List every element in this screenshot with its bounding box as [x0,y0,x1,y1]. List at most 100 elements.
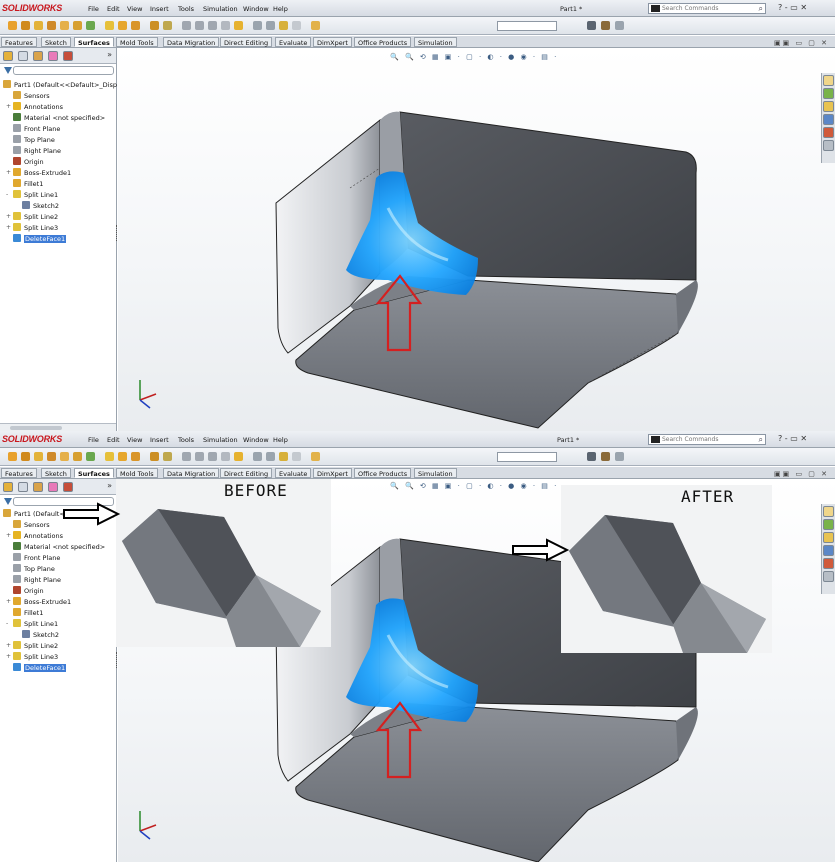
ruled-tool-icon[interactable] [131,21,140,30]
file-explorer-icon[interactable] [823,101,834,112]
delete-hole-tool-icon[interactable] [195,21,204,30]
fill-tool-icon-2[interactable] [73,452,82,461]
tree-item[interactable]: Right Plane [13,146,61,156]
tree-item[interactable]: + Annotations [6,102,63,112]
tab-evaluate-2[interactable]: Evaluate [275,468,312,478]
tree-item-2[interactable]: Origin [13,586,44,596]
tab-dimxpert-2[interactable]: DimXpert [313,468,352,478]
revolve-tool-icon[interactable] [21,21,30,30]
display-manager-icon-2[interactable] [63,482,73,492]
tree-item-2[interactable]: Material <not specified> [13,542,105,552]
loft-tool-icon-2[interactable] [47,452,56,461]
render-icon-2[interactable] [601,452,610,461]
search-scope-icon-2[interactable] [651,436,660,443]
view-palette-icon-2[interactable] [823,545,834,556]
revolve-tool-icon-2[interactable] [21,452,30,461]
knit-tool-icon-2[interactable] [86,452,95,461]
menu-help[interactable]: Help [273,5,288,13]
search-icon-2[interactable]: ⌕ [759,435,763,445]
menu-view[interactable]: View [127,5,142,13]
move-face-tool-icon[interactable] [234,21,243,30]
tree-item[interactable]: Material <not specified> [13,113,105,123]
tree-item[interactable]: Front Plane [13,124,60,134]
tree-item-2[interactable]: Right Plane [13,575,61,585]
model-view[interactable] [118,48,835,431]
display-manager-icon[interactable] [63,51,73,61]
tree-root-part[interactable]: Part1 (Default<<Default>_Disp [3,80,117,90]
tab-office-products[interactable]: Office Products [354,37,412,47]
tree-item[interactable]: + Split Line2 [6,212,58,222]
tree-item[interactable]: Sensors [13,91,50,101]
expand-toggle-icon[interactable]: + [6,652,11,662]
menu-file[interactable]: File [88,5,99,13]
untrim-tool-icon-2[interactable] [182,452,191,461]
thicken-tool-icon[interactable] [266,21,275,30]
filter-input[interactable] [13,66,114,75]
tab-mold-tools[interactable]: Mold Tools [116,37,158,47]
tree-item[interactable]: Top Plane [13,135,55,145]
menu-tools-2[interactable]: Tools [178,436,194,444]
tree-item[interactable]: + Boss-Extrude1 [6,168,71,178]
expand-toggle-icon[interactable]: + [6,212,11,222]
move-face-tool-icon-2[interactable] [234,452,243,461]
tree-item[interactable]: Fillet1 [13,179,43,189]
tree-item-2[interactable]: Sketch2 [22,630,59,640]
render-icon[interactable] [601,21,610,30]
tree-item[interactable]: DeleteFace1 [13,234,67,244]
tab-surfaces-2[interactable]: Surfaces [74,468,114,478]
feature-manager-icon[interactable] [3,51,13,61]
tab-office-products-2[interactable]: Office Products [354,468,412,478]
fill-tool-icon[interactable] [73,21,82,30]
expand-toggle-icon[interactable]: + [6,641,11,651]
search-input-2[interactable] [662,435,752,444]
tree-item-2[interactable]: Front Plane [13,553,60,563]
appearances-icon-2[interactable] [823,558,834,569]
cut-surface-tool-icon[interactable] [279,21,288,30]
configuration-manager-icon-2[interactable] [33,482,43,492]
mid-surface-tool-icon-2[interactable] [253,452,262,461]
tab-simulation[interactable]: Simulation [414,37,457,47]
window-controls[interactable]: ? - ▭ ✕ [778,3,807,12]
extend-tool-icon[interactable] [150,21,159,30]
tab-features-2[interactable]: Features [1,468,37,478]
tab-evaluate[interactable]: Evaluate [275,37,312,47]
design-library-icon-2[interactable] [823,519,834,530]
offset-tool-icon-2[interactable] [118,452,127,461]
tab-simulation-2[interactable]: Simulation [414,468,457,478]
resources-icon-2[interactable] [823,506,834,517]
menu-window-2[interactable]: Window [243,436,269,444]
tree-item[interactable]: + Split Line3 [6,223,58,233]
search-input[interactable] [662,4,752,13]
photo-icon-2[interactable] [615,452,624,461]
tree-item[interactable]: Sketch2 [22,201,59,211]
menu-simulation-2[interactable]: Simulation [203,436,238,444]
tree-item[interactable]: - Split Line1 [6,190,58,200]
menu-file-2[interactable]: File [88,436,99,444]
curves-tool-icon[interactable] [292,21,301,30]
search-commands-box-2[interactable]: ⌕ [648,434,766,445]
tree-item-2[interactable]: + Boss-Extrude1 [6,597,71,607]
boundary-tool-icon-2[interactable] [60,452,69,461]
reference-geometry-icon-2[interactable] [311,452,320,461]
configuration-manager-icon[interactable] [33,51,43,61]
expand-toggle-icon[interactable]: + [6,102,11,112]
delete-hole-tool-icon-2[interactable] [195,452,204,461]
tree-item-2[interactable]: + Split Line3 [6,652,58,662]
tree-filter[interactable] [0,66,116,76]
boundary-tool-icon[interactable] [60,21,69,30]
ruled-tool-icon-2[interactable] [131,452,140,461]
mid-surface-tool-icon[interactable] [253,21,262,30]
tree-item-2[interactable]: - Split Line1 [6,619,58,629]
trim-tool-icon-2[interactable] [163,452,172,461]
expand-toggle-icon[interactable]: - [6,190,8,200]
sweep-tool-icon-2[interactable] [34,452,43,461]
configuration-combo-2[interactable] [497,452,557,462]
menu-help-2[interactable]: Help [273,436,288,444]
tab-data-migration[interactable]: Data Migration [163,37,220,47]
tree-item-2[interactable]: Sensors [13,520,50,530]
window-controls-2[interactable]: ? - ▭ ✕ [778,434,807,443]
property-manager-icon-2[interactable] [18,482,28,492]
tree-horizontal-scrollbar[interactable] [0,423,116,431]
search-scope-icon[interactable] [651,5,660,12]
reference-geometry-icon[interactable] [311,21,320,30]
